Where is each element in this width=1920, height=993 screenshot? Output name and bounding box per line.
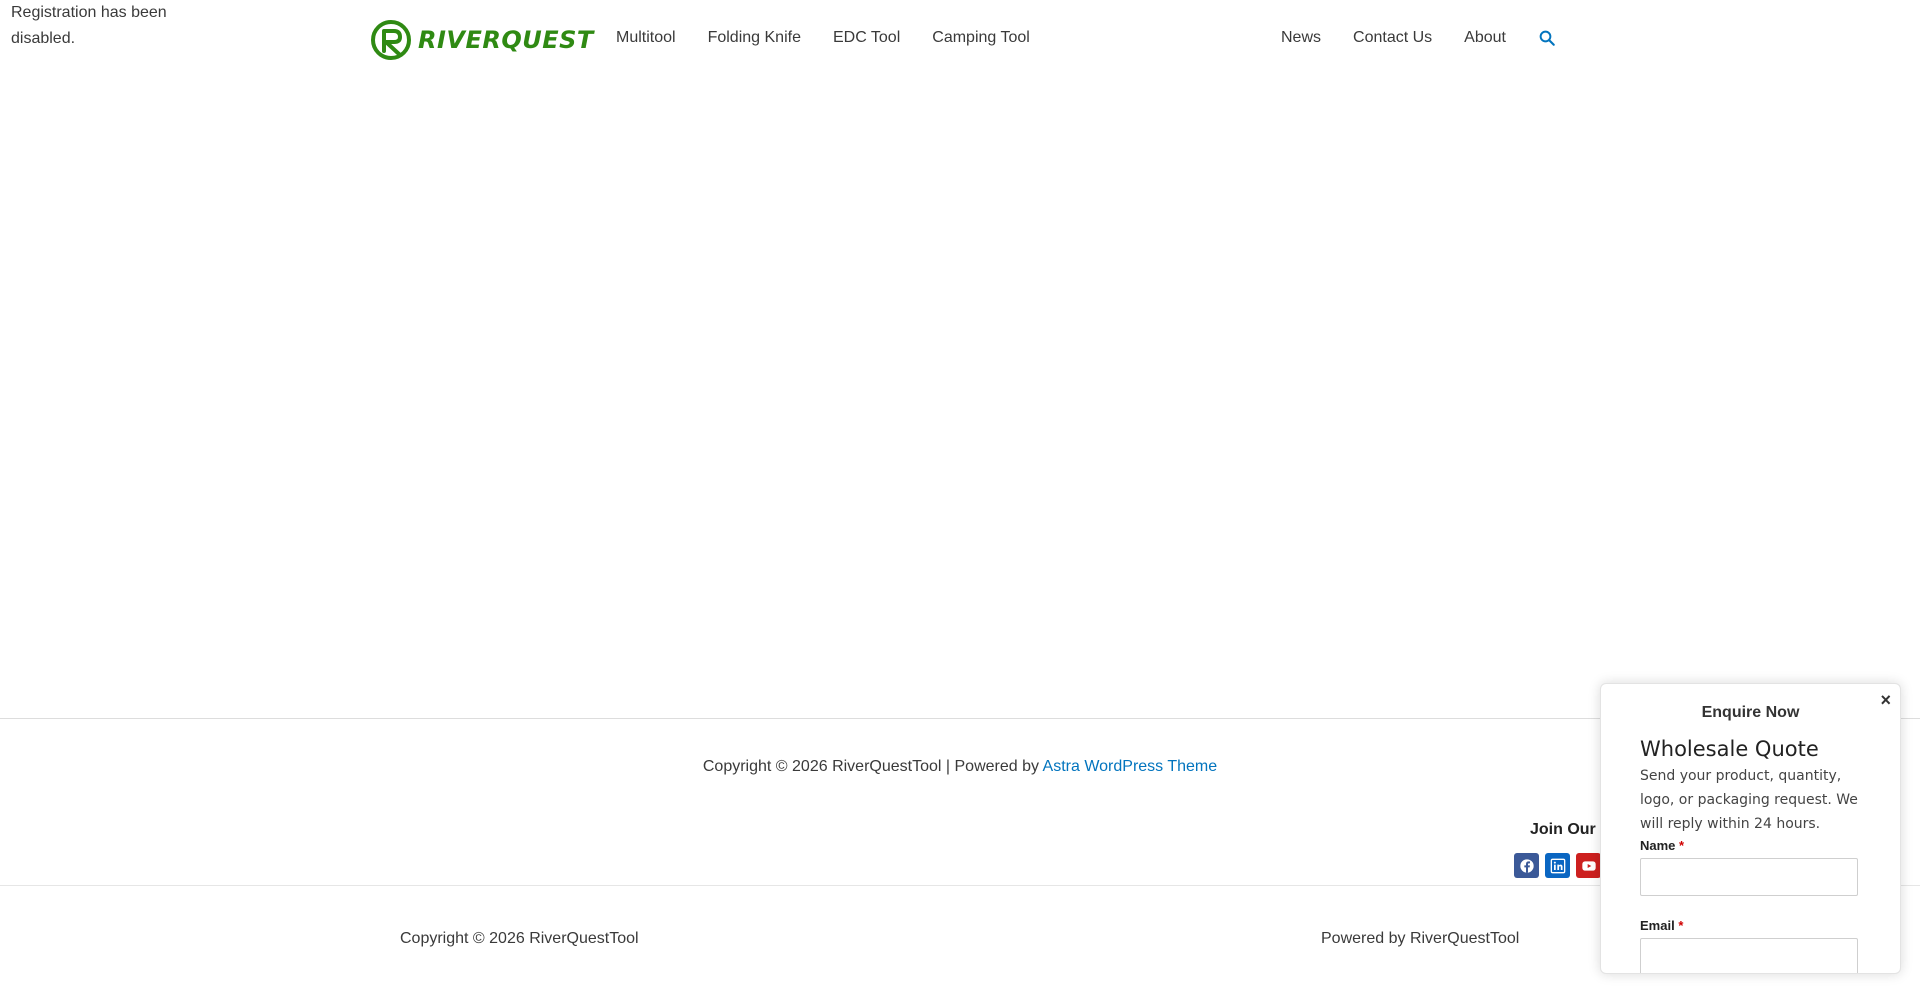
required-marker: * xyxy=(1678,918,1684,933)
nav-news[interactable]: News xyxy=(1281,29,1321,47)
footer-powered-by: Powered by RiverQuestTool xyxy=(1321,930,1520,947)
social-links xyxy=(1514,853,1601,878)
popup-heading: Wholesale Quote xyxy=(1640,737,1819,761)
name-input[interactable] xyxy=(1640,858,1858,896)
logo-text: RIVERQUEST xyxy=(418,26,594,54)
youtube-icon[interactable] xyxy=(1576,853,1601,878)
nav-multitool[interactable]: Multitool xyxy=(616,29,676,47)
join-title: Join Our xyxy=(1530,821,1596,838)
astra-theme-link[interactable]: Astra WordPress Theme xyxy=(1043,758,1218,775)
nav-edc-tool[interactable]: EDC Tool xyxy=(833,29,900,47)
email-label: Email * xyxy=(1640,918,1683,933)
required-marker: * xyxy=(1679,838,1685,853)
linkedin-icon[interactable] xyxy=(1545,853,1570,878)
nav-about[interactable]: About xyxy=(1464,29,1506,47)
footer-bottom-copyright: Copyright © 2026 RiverQuestTool xyxy=(400,930,639,947)
email-input[interactable] xyxy=(1640,938,1858,973)
name-label: Name * xyxy=(1640,838,1684,853)
popup-title: Enquire Now xyxy=(1701,704,1800,721)
name-label-text: Name xyxy=(1640,838,1676,853)
nav-contact-us[interactable]: Contact Us xyxy=(1353,29,1432,47)
site-logo[interactable]: RIVERQUEST xyxy=(370,18,594,62)
popup-description: Send your product, quantity, logo, or pa… xyxy=(1640,768,1858,832)
page: Registration has been disabled. RIVERQUE… xyxy=(0,0,1920,993)
logo-mark-icon xyxy=(371,20,411,60)
secondary-nav: News Contact Us About xyxy=(1281,29,1920,47)
primary-nav: Multitool Folding Knife EDC Tool Camping… xyxy=(616,29,1030,47)
enquiry-popup: × Enquire Now Wholesale Quote Send your … xyxy=(1600,683,1901,974)
nav-camping-tool[interactable]: Camping Tool xyxy=(932,29,1030,47)
nav-folding-knife[interactable]: Folding Knife xyxy=(708,29,801,47)
facebook-icon[interactable] xyxy=(1514,853,1539,878)
search-icon[interactable] xyxy=(1538,29,1556,47)
footer-copyright-text: Copyright © 2026 RiverQuestTool | Powere… xyxy=(702,758,1039,775)
registration-notice: Registration has been disabled. xyxy=(11,4,167,47)
email-label-text: Email xyxy=(1640,918,1675,933)
